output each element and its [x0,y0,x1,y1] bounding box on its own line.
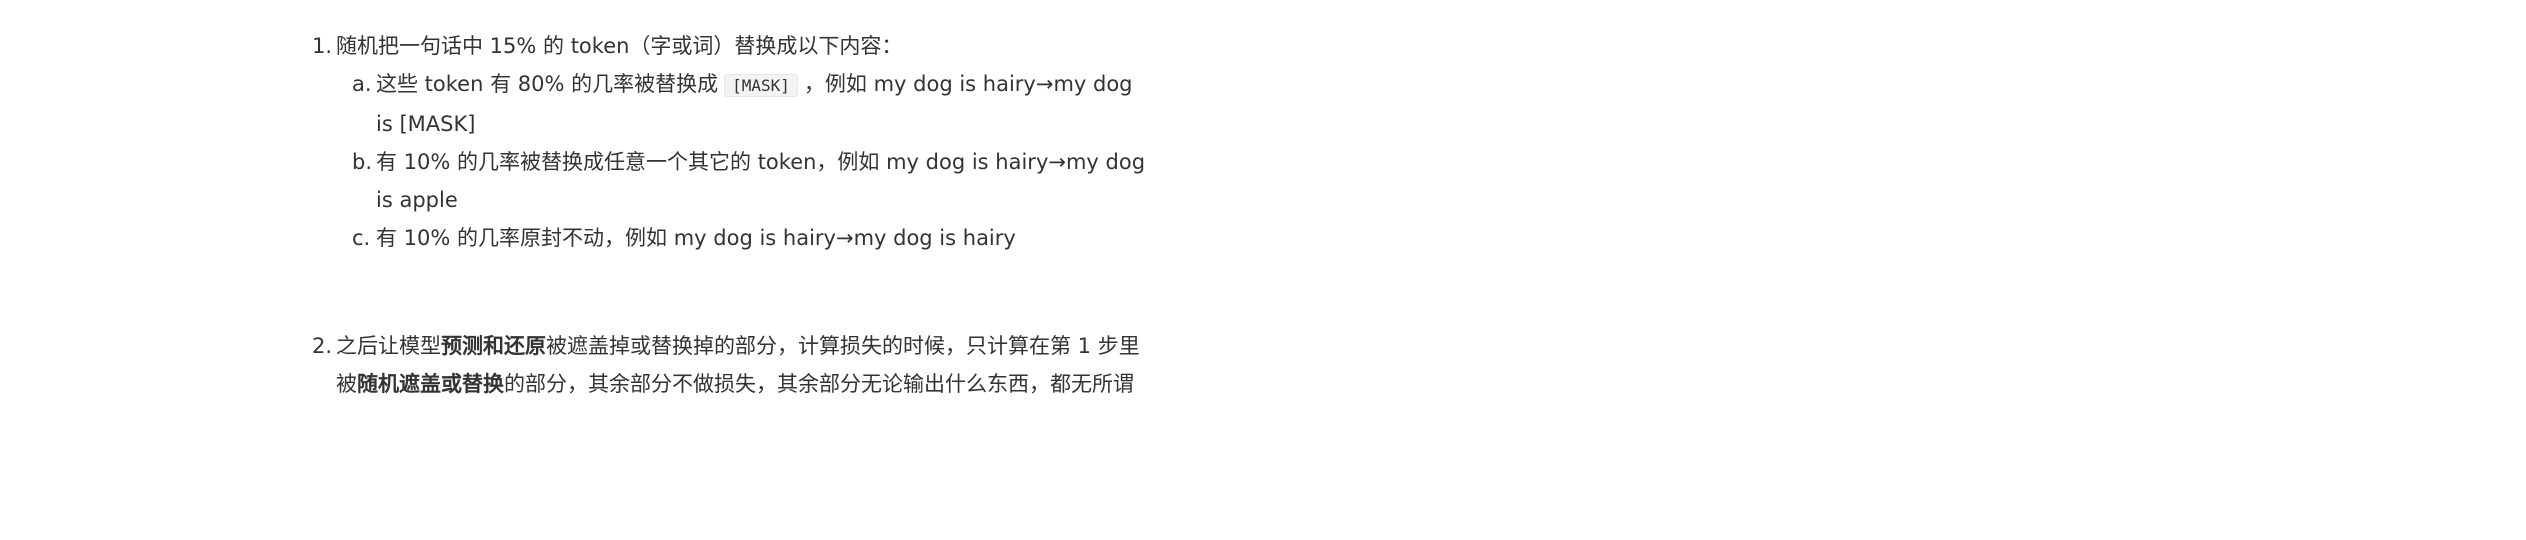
item2-bold-2: 随机遮盖或替换 [357,372,504,396]
document-body: 1. 随机把一句话中 15% 的 token（字或词）替换成以下内容： a. 这… [0,0,1175,540]
sub-item-a: a. 这些 token 有 80% 的几率被替换成 [MASK] ，例如 my do… [352,65,1152,143]
item2-bold-1: 预测和还原 [441,334,546,358]
sub-item-c: c. 有 10% 的几率原封不动，例如 my dog is hairy→my d… [352,219,1152,257]
sub-item-b-text: 有 10% 的几率被替换成任意一个其它的 token，例如 my dog is … [376,150,1146,212]
sub-item-c-label: c. [352,226,371,250]
mask-code-span: [MASK] [724,74,798,97]
sub-item-c-text: 有 10% 的几率原封不动，例如 my dog is hairy→my dog … [376,226,1016,250]
list-item-2: 2. 之后让模型预测和还原被遮盖掉或替换掉的部分，计算损失的时候，只计算在第 1… [312,327,1152,403]
list-number-1: 1. [312,34,333,58]
list-item-1: 1. 随机把一句话中 15% 的 token（字或词）替换成以下内容： a. 这… [312,27,1152,257]
sub-item-a-text: 这些 token 有 80% 的几率被替换成 [MASK] ，例如 my dog i… [376,65,1152,143]
item2-text-1: 之后让模型 [336,334,441,358]
sub-list: a. 这些 token 有 80% 的几率被替换成 [MASK] ，例如 my do… [312,65,1152,257]
list-item-2-text: 之后让模型预测和还原被遮盖掉或替换掉的部分，计算损失的时候，只计算在第 1 步里… [336,327,1152,403]
list-item-1-text: 随机把一句话中 15% 的 token（字或词）替换成以下内容： [336,34,903,58]
item2-text-3: 的部分，其余部分不做损失，其余部分无论输出什么东西，都无所谓 [504,372,1134,396]
sub-item-b-label: b. [352,150,373,174]
sub-item-a-label: a. [352,72,372,96]
list-number-2: 2. [312,334,333,358]
sub-item-a-before: 这些 token 有 80% 的几率被替换成 [376,72,719,96]
sub-item-b: b. 有 10% 的几率被替换成任意一个其它的 token，例如 my dog … [352,143,1152,219]
